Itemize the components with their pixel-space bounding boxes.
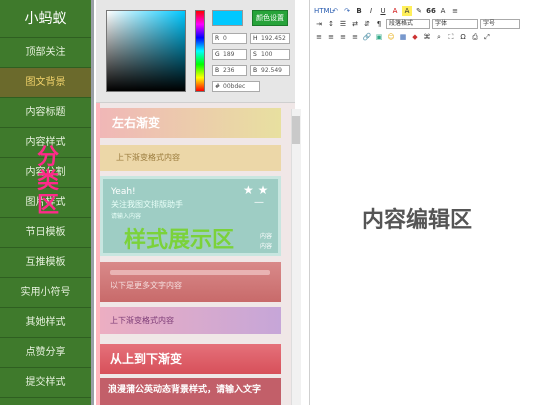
- align-icon[interactable]: ☰: [338, 19, 348, 29]
- style-card-dandelion[interactable]: 浪漫蒲公英动态背景样式，请输入文字: [100, 378, 281, 405]
- paragraph-format-select[interactable]: 段落格式: [386, 18, 430, 29]
- red-field[interactable]: R 0: [212, 33, 247, 44]
- align-right-icon[interactable]: ≡: [338, 32, 348, 42]
- sidebar-item-submit-style[interactable]: 提交样式: [0, 368, 91, 398]
- card-text: 以下是更多文字内容: [110, 281, 182, 290]
- code-icon[interactable]: ⌘: [422, 32, 432, 42]
- card-right-text: 内容: [259, 243, 272, 250]
- dash-mark: —: [254, 197, 264, 208]
- style-card-top-bottom-gradient[interactable]: 从上到下渐变: [100, 344, 281, 374]
- brand-title: 小蚂蚁: [0, 0, 91, 38]
- search-icon[interactable]: ⌕: [434, 32, 444, 42]
- style-card-purple-gradient[interactable]: 上下渐变格式内容: [100, 307, 281, 334]
- emoji-icon[interactable]: ☺: [386, 32, 396, 42]
- card-subheading: 关注我图文排版助手: [111, 200, 183, 209]
- saturation-value-square[interactable]: [106, 10, 186, 92]
- sidebar-item-content-title[interactable]: 内容标题: [0, 98, 91, 128]
- hue-slider[interactable]: [195, 10, 205, 92]
- toolbar-row-selects: ⇥ ↕ ☰ ⇄ ⇵ ¶ 段落格式 字体 字号: [310, 17, 553, 30]
- star-icons: ★ ★: [243, 183, 269, 197]
- indent-icon[interactable]: ⇥: [314, 19, 324, 29]
- hex-field[interactable]: # 00bdec: [212, 81, 260, 92]
- toolbar-row-formatting: HTML ↶ ↷ B I U A A ✎ 66 A ≡: [310, 4, 553, 17]
- direction-icon[interactable]: ⇄: [350, 19, 360, 29]
- toolbar-row-insert: ≡ ≡ ≡ ≡ 🔗 ▣ ☺ ▦ ◆ ⌘ ⌕ ⛶ Ω ⎙ ⤢: [310, 30, 553, 43]
- hue-field[interactable]: H 192.452: [250, 33, 290, 44]
- sidebar-item-image-background[interactable]: 图文背景: [0, 68, 91, 98]
- print-icon[interactable]: ⎙: [470, 32, 480, 42]
- html-icon[interactable]: HTML: [314, 6, 333, 16]
- card-text: 浪漫蒲公英动态背景样式，请输入文字: [108, 385, 262, 395]
- card-heading: Yeah!: [111, 187, 136, 197]
- card-right-text: 内容: [259, 233, 272, 240]
- quote-icon[interactable]: 66: [426, 6, 436, 16]
- align-center-icon[interactable]: ≡: [326, 32, 336, 42]
- saturation-field[interactable]: S 100: [250, 49, 290, 60]
- map-icon[interactable]: ◆: [410, 32, 420, 42]
- editor-area-label: 内容编辑区: [362, 208, 473, 233]
- preview-icon[interactable]: ⛶: [446, 32, 456, 42]
- category-area-label: 分类区: [36, 145, 59, 218]
- style-card-progress[interactable]: 以下是更多文字内容: [100, 262, 281, 302]
- sidebar-item-promo-template[interactable]: 互推模板: [0, 248, 91, 278]
- special-char-icon[interactable]: Ω: [458, 32, 468, 42]
- color-picker-panel: 颜色设置 R 0 G 189 B 236 H 192.452 S 100 B 9…: [96, 0, 295, 103]
- bold-icon[interactable]: B: [354, 6, 364, 16]
- sidebar-item-symbols[interactable]: 实用小符号: [0, 278, 91, 308]
- style-card-horizontal-gradient[interactable]: 左右渐变: [100, 108, 281, 138]
- style-scrollbar[interactable]: [291, 109, 301, 405]
- underline-icon[interactable]: U: [378, 6, 388, 16]
- brightness-field[interactable]: B 92.549: [250, 65, 290, 76]
- fullscreen-icon[interactable]: ⤢: [482, 32, 492, 42]
- italic-icon[interactable]: I: [366, 6, 376, 16]
- justify-icon[interactable]: ≡: [350, 32, 360, 42]
- app-root: 小蚂蚁 顶部关注 图文背景 内容标题 内容样式 内容分割 图片样式 节日模板 互…: [0, 0, 553, 405]
- style-scroll-thumb[interactable]: [292, 116, 300, 144]
- sidebar-item-holiday-template[interactable]: 节日模板: [0, 218, 91, 248]
- card-placeholder: 请输入内容: [111, 213, 142, 220]
- sidebar-item-top-follow[interactable]: 顶部关注: [0, 38, 91, 68]
- font-color-icon[interactable]: A: [390, 6, 400, 16]
- progress-line: [110, 270, 270, 275]
- blue-field[interactable]: B 236: [212, 65, 247, 76]
- content-editor[interactable]: HTML ↶ ↷ B I U A A ✎ 66 A ≡ ⇥ ↕ ☰ ⇄ ⇵ ¶ …: [309, 0, 553, 405]
- undo-icon[interactable]: ↶: [330, 6, 340, 16]
- editor-toolbar: HTML ↶ ↷ B I U A A ✎ 66 A ≡ ⇥ ↕ ☰ ⇄ ⇵ ¶ …: [310, 4, 553, 43]
- spacing-icon[interactable]: ⇵: [362, 19, 372, 29]
- format-icon[interactable]: ¶: [374, 19, 384, 29]
- card-title: 从上到下渐变: [110, 352, 183, 366]
- apply-color-button[interactable]: 颜色设置: [252, 10, 288, 26]
- erase-icon[interactable]: ✎: [414, 6, 424, 16]
- font-family-select[interactable]: 字体: [432, 18, 478, 29]
- line-height-icon[interactable]: ↕: [326, 19, 336, 29]
- category-sidebar: 小蚂蚁 顶部关注 图文背景 内容标题 内容样式 内容分割 图片样式 节日模板 互…: [0, 0, 94, 405]
- card-title: 左右渐变: [112, 116, 161, 130]
- link-icon[interactable]: 🔗: [362, 32, 372, 42]
- sidebar-item-other-styles[interactable]: 其她样式: [0, 308, 91, 338]
- style-area-label: 样式展示区: [124, 228, 235, 253]
- highlight-icon[interactable]: A: [402, 5, 412, 16]
- sidebar-item-like-share[interactable]: 点赞分享: [0, 338, 91, 368]
- text-size-icon[interactable]: A: [438, 6, 448, 16]
- card-text: 上下渐变格式内容: [110, 316, 174, 325]
- green-field[interactable]: G 189: [212, 49, 247, 60]
- card-text: 上下渐变格式内容: [116, 153, 180, 162]
- selected-color-swatch: [212, 10, 243, 26]
- style-card-vertical-gradient[interactable]: 上下渐变格式内容: [100, 145, 281, 171]
- table-icon[interactable]: ▦: [398, 32, 408, 42]
- image-icon[interactable]: ▣: [374, 32, 384, 42]
- align-left-icon[interactable]: ≡: [314, 32, 324, 42]
- font-size-select[interactable]: 字号: [480, 18, 520, 29]
- redo-icon[interactable]: ↷: [342, 6, 352, 16]
- list-icon[interactable]: ≡: [450, 6, 460, 16]
